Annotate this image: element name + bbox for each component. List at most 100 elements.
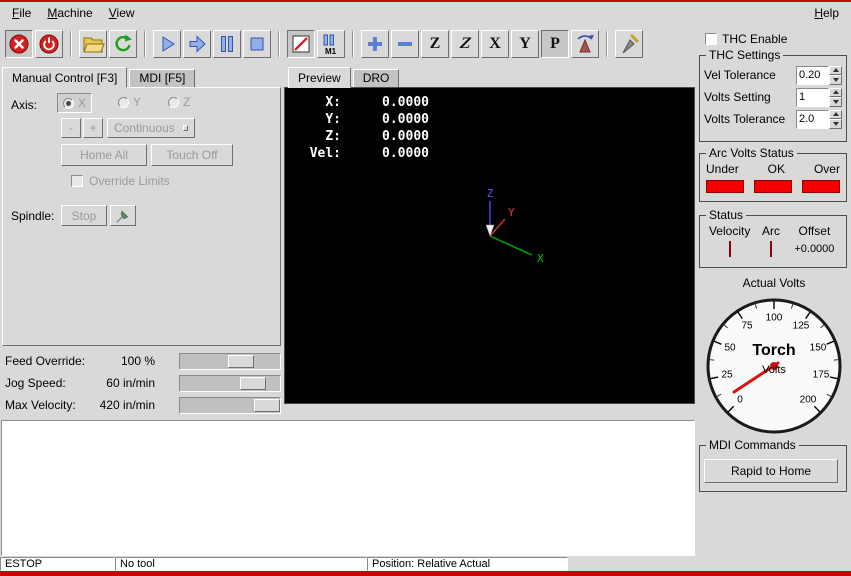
feed-override-slider[interactable] [179, 353, 281, 370]
menu-help[interactable]: Help [806, 3, 847, 23]
rotate-view-button[interactable] [571, 30, 599, 58]
toolbar-separator [70, 31, 72, 57]
dro-z-row: Z:0.0000 [295, 129, 694, 146]
override-sliders: Feed Override: 100 % Jog Speed: 60 in/mi… [2, 350, 281, 416]
optional-pause-icon: M1 [319, 32, 343, 56]
jog-mode-select[interactable]: Continuous [107, 118, 195, 138]
view-p-button[interactable]: P [541, 30, 569, 58]
machine-power-button[interactable] [35, 30, 63, 58]
axis-x-label: X [78, 96, 86, 110]
actual-volts-label: Actual Volts [697, 276, 851, 290]
tab-preview[interactable]: Preview [288, 67, 351, 88]
volts-tolerance-spinbox[interactable]: 2.0 [796, 110, 842, 129]
arrow-up-icon [833, 68, 839, 72]
volts-setting-value[interactable]: 1 [796, 88, 829, 107]
max-velocity-slider[interactable] [179, 397, 281, 414]
thc-enable-checkbox[interactable] [705, 33, 717, 45]
step-line-button[interactable] [183, 30, 211, 58]
axis-radio-y[interactable]: Y [113, 93, 146, 111]
max-velocity-value: 420 in/min [97, 398, 179, 412]
spin-up-button[interactable] [829, 66, 842, 76]
feed-override-value: 100 % [97, 354, 179, 368]
preview-canvas[interactable]: Z X Y X:0.0000 Y:0.0000 Z:0.0000 Vel:0.0… [284, 87, 695, 404]
tab-manual-control[interactable]: Manual Control [F3] [2, 67, 127, 88]
touch-off-label: Touch Off [166, 148, 217, 162]
feed-override-slider-handle[interactable] [228, 355, 254, 368]
dro-vel-row: Vel:0.0000 [295, 146, 694, 163]
optional-pause-button[interactable]: M1 [317, 30, 345, 58]
volts-setting-label: Volts Setting [704, 90, 796, 104]
gauge-title: Torch [704, 342, 844, 360]
view-z-button[interactable]: Z [421, 30, 449, 58]
spin-up-button[interactable] [829, 110, 842, 120]
tab-dro[interactable]: DRO [353, 69, 400, 88]
touch-off-button[interactable]: Touch Off [151, 144, 233, 166]
menu-machine[interactable]: Machine [39, 3, 100, 23]
dro-y-label: Y: [295, 112, 341, 127]
reload-file-button[interactable] [109, 30, 137, 58]
spin-down-button[interactable] [829, 119, 842, 129]
volts-tolerance-value[interactable]: 2.0 [796, 110, 829, 129]
view-y-icon: Y [519, 36, 531, 52]
main-area: M1 Z Z X Y [0, 24, 697, 557]
vel-tolerance-spinbox[interactable]: 0.20 [796, 66, 842, 85]
status-title: Status [706, 208, 746, 222]
clear-plot-button[interactable] [615, 30, 643, 58]
arc-cell [753, 242, 788, 256]
rapid-to-home-button[interactable]: Rapid to Home [704, 459, 838, 483]
clear-plot-icon [617, 32, 641, 56]
stop-program-button[interactable] [243, 30, 271, 58]
axis-radio-x[interactable]: X [57, 93, 92, 113]
dro-y-value: 0.0000 [341, 112, 429, 127]
arc-volts-indicators [704, 180, 842, 193]
axis-radio-z[interactable]: Z [163, 93, 195, 111]
zoom-in-button[interactable] [361, 30, 389, 58]
tab-mdi[interactable]: MDI [F5] [129, 69, 195, 88]
max-velocity-label: Max Velocity: [2, 398, 97, 412]
m1-label: M1 [325, 47, 337, 56]
view-z2-button[interactable]: Z [451, 30, 479, 58]
jog-minus-button[interactable]: - [61, 118, 81, 138]
gauge-tick-75: 75 [741, 321, 752, 332]
velocity-label: Velocity [706, 224, 753, 238]
pause-program-button[interactable] [213, 30, 241, 58]
max-velocity-slider-handle[interactable] [254, 399, 280, 412]
menu-file[interactable]: File [4, 3, 39, 23]
volts-setting-row: Volts Setting 1 [704, 86, 842, 108]
view-y-button[interactable]: Y [511, 30, 539, 58]
vel-tolerance-value[interactable]: 0.20 [796, 66, 829, 85]
home-all-button[interactable]: Home All [61, 144, 147, 166]
spin-down-button[interactable] [829, 75, 842, 85]
window-bottom-border [0, 571, 851, 576]
over-label: Over [814, 162, 840, 176]
jog-speed-slider[interactable] [179, 375, 281, 392]
skip-lines-button[interactable] [287, 30, 315, 58]
vel-tolerance-label: Vel Tolerance [704, 68, 796, 82]
y-axis-label: Y [508, 206, 515, 219]
jog-speed-label: Jog Speed: [2, 376, 97, 390]
spin-up-button[interactable] [829, 88, 842, 98]
override-limits-checkbox[interactable] [71, 175, 83, 187]
spindle-brush-button[interactable] [110, 205, 136, 226]
gauge-subtitle: Volts [704, 364, 844, 376]
axis-label: Axis: [11, 98, 37, 112]
manual-control-panel: Axis: X Y Z - + Continuous [2, 87, 281, 346]
view-z-icon: Z [430, 36, 441, 52]
estop-icon [7, 32, 31, 56]
jog-plus-button[interactable]: + [83, 118, 103, 138]
axis-z-label: Z [183, 95, 190, 109]
jog-speed-slider-handle[interactable] [240, 377, 266, 390]
view-x-button[interactable]: X [481, 30, 509, 58]
zoom-out-button[interactable] [391, 30, 419, 58]
estop-button[interactable] [5, 30, 33, 58]
toolbar-separator [278, 31, 280, 57]
menu-view[interactable]: View [101, 3, 143, 23]
spindle-stop-button[interactable]: Stop [61, 205, 107, 226]
run-program-button[interactable] [153, 30, 181, 58]
open-file-button[interactable] [79, 30, 107, 58]
x-axis-label: X [537, 252, 544, 265]
volts-setting-spinbox[interactable]: 1 [796, 88, 842, 107]
spin-down-button[interactable] [829, 97, 842, 107]
view-z2-icon: Z [457, 36, 473, 52]
dro-x-value: 0.0000 [341, 95, 429, 110]
